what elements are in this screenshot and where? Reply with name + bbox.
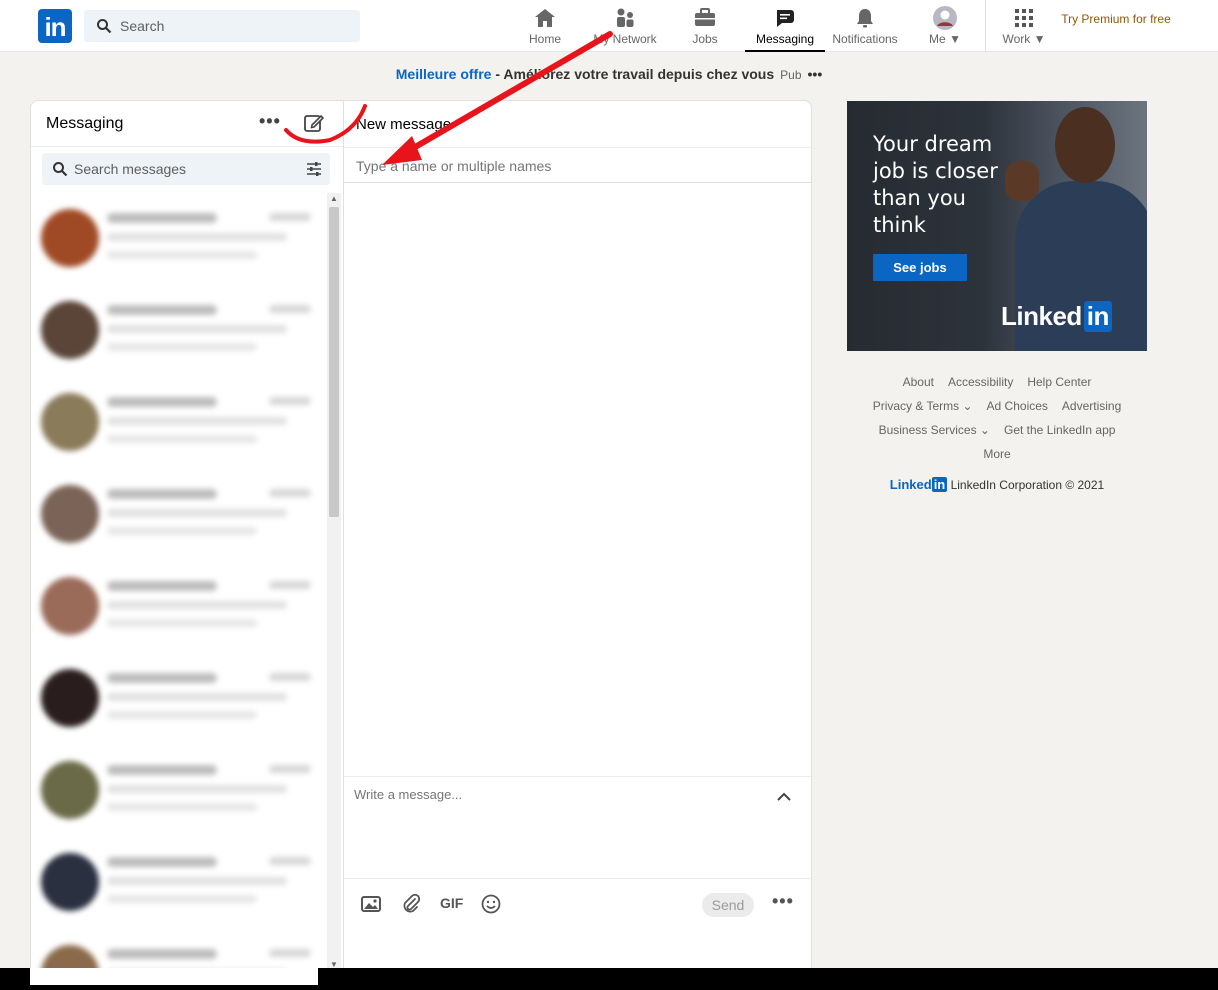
see-jobs-button[interactable]: See jobs	[873, 254, 967, 281]
scrollbar-thumb[interactable]	[329, 207, 339, 517]
chevron-up-icon[interactable]	[776, 789, 792, 805]
promo-text: - Améliorez votre travail depuis chez vo…	[491, 66, 775, 82]
filter-icon[interactable]	[306, 161, 322, 177]
message-compose-area[interactable]	[344, 776, 811, 878]
message-toolbar: GIF Send •••	[344, 878, 811, 930]
bell-icon	[857, 9, 873, 28]
avatar	[41, 485, 99, 543]
nav-notifications[interactable]: Notifications	[830, 0, 900, 52]
footer-link[interactable]: Advertising	[1062, 399, 1121, 413]
avatar	[41, 761, 99, 819]
nav-label: Notifications	[832, 32, 898, 46]
nav-label: Work ▼	[1002, 32, 1046, 46]
caret-down-icon: ▼	[949, 32, 961, 46]
promo-more-button[interactable]: •••	[808, 66, 823, 82]
footer-link[interactable]: Get the LinkedIn app	[1004, 423, 1115, 437]
compose-icon[interactable]	[303, 112, 325, 134]
promo-offer[interactable]: Meilleure offre	[396, 66, 492, 82]
conversation-scrollbar[interactable]: ▲ ▼	[327, 193, 341, 971]
avatar	[41, 301, 99, 359]
footer-link[interactable]: More	[983, 447, 1010, 461]
footer-link[interactable]: About	[903, 375, 934, 389]
avatar	[933, 6, 957, 30]
send-button[interactable]: Send	[702, 893, 754, 917]
list-item[interactable]	[31, 469, 325, 561]
nav-home[interactable]: Home	[520, 0, 570, 52]
nav-my-network[interactable]: My Network	[588, 0, 662, 52]
home-icon	[535, 9, 555, 27]
conversation-list[interactable]	[31, 193, 325, 983]
footer-links: About Accessibility Help Center Privacy & …	[847, 370, 1147, 466]
global-nav: in Search Home My Network Jobs Messaging…	[0, 0, 1218, 52]
grid-icon	[1015, 9, 1033, 27]
gif-button[interactable]: GIF	[440, 895, 463, 911]
linkedin-ad-logo: Linked in	[1001, 301, 1112, 332]
ad-copy: Your dream job is closer than you think	[873, 132, 998, 237]
search-messages-input[interactable]: Search messages	[42, 153, 330, 185]
list-item[interactable]	[31, 745, 325, 837]
nav-work[interactable]: Work ▼	[998, 0, 1050, 52]
messaging-icon	[777, 10, 794, 27]
search-icon	[97, 19, 112, 34]
nav-jobs[interactable]: Jobs	[682, 0, 728, 52]
corporation-line: Linked in LinkedIn Corporation © 2021	[847, 477, 1147, 492]
search-messages-placeholder: Search messages	[74, 161, 187, 177]
list-item[interactable]	[31, 285, 325, 377]
image-icon[interactable]	[360, 893, 382, 915]
avatar	[41, 853, 99, 911]
recipient-input[interactable]	[356, 154, 796, 178]
messaging-title: Messaging	[46, 115, 124, 132]
scroll-up-icon[interactable]: ▲	[330, 194, 338, 203]
nav-label: Home	[528, 32, 561, 46]
search-icon	[53, 162, 68, 177]
copyright-text: LinkedIn Corporation © 2021	[950, 478, 1105, 492]
list-item[interactable]	[31, 837, 325, 929]
avatar	[41, 577, 99, 635]
list-item[interactable]	[31, 653, 325, 745]
search-placeholder: Search	[120, 18, 165, 34]
list-item[interactable]	[31, 561, 325, 653]
footer-link[interactable]: Accessibility	[948, 375, 1013, 389]
avatar	[41, 209, 99, 267]
list-item[interactable]	[31, 377, 325, 469]
recipient-field[interactable]	[344, 147, 811, 183]
more-options-button[interactable]: •••	[772, 891, 794, 912]
try-premium-link[interactable]: Try Premium for free	[1058, 10, 1174, 28]
nav-label: My Network	[593, 32, 657, 46]
network-icon	[617, 8, 634, 27]
briefcase-icon	[695, 8, 715, 26]
message-input[interactable]	[354, 787, 764, 867]
nav-divider	[985, 0, 986, 52]
footer-link[interactable]: Ad Choices	[987, 399, 1048, 413]
caret-down-icon: ▼	[1033, 32, 1046, 46]
nav-label: Me ▼	[929, 32, 961, 46]
attachment-icon[interactable]	[400, 893, 422, 915]
new-message-panel: New message GIF Send •••	[343, 100, 812, 970]
list-item[interactable]	[31, 193, 325, 285]
footer-link[interactable]: Help Center	[1027, 375, 1091, 389]
linkedin-footer-logo: Linked in	[889, 477, 948, 492]
messaging-panel: Messaging ••• Search messages ▲ ▼	[30, 100, 343, 985]
footer-link[interactable]: Privacy & Terms ⌄	[873, 399, 973, 413]
nav-label: Messaging	[755, 32, 815, 46]
avatar	[41, 669, 99, 727]
nav-messaging[interactable]: Messaging	[745, 0, 825, 52]
promo-banner[interactable]: Meilleure offre - Améliorez votre travai…	[0, 66, 1218, 82]
nav-label: Jobs	[692, 32, 718, 46]
promo-pub-label: Pub	[780, 68, 802, 82]
screen-bottom-bar	[0, 968, 1218, 990]
emoji-icon[interactable]	[480, 893, 502, 915]
job-ad[interactable]: Your dream job is closer than you think …	[847, 101, 1147, 351]
new-message-title: New message	[356, 116, 452, 133]
global-search-input[interactable]: Search	[84, 10, 360, 42]
messaging-options-button[interactable]: •••	[259, 111, 281, 132]
avatar	[41, 393, 99, 451]
messaging-header: Messaging •••	[31, 101, 343, 147]
footer-link[interactable]: Business Services ⌄	[879, 423, 990, 437]
nav-me[interactable]: Me ▼	[922, 0, 968, 52]
linkedin-logo[interactable]: in	[38, 9, 72, 43]
